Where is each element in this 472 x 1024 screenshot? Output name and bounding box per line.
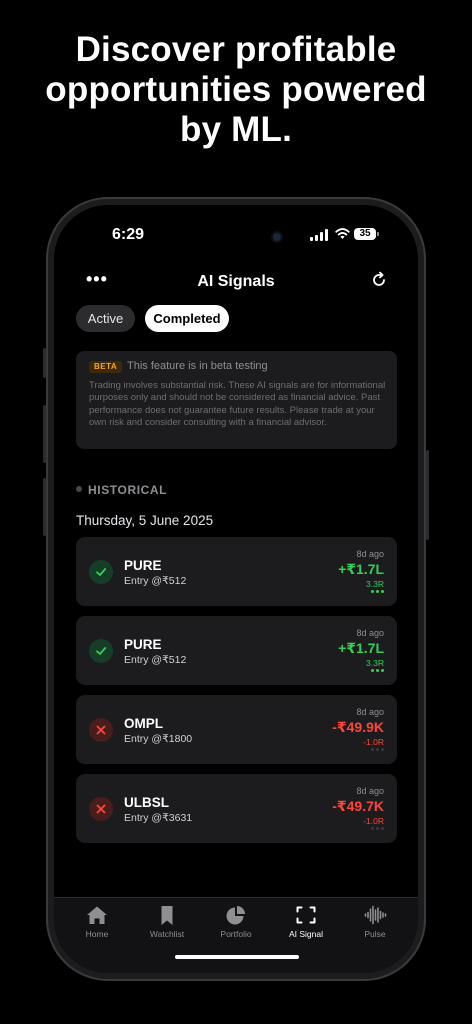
tab-label: Watchlist [149, 929, 185, 939]
signal-entry: Entry @₹1800 [124, 733, 193, 745]
tab-active[interactable]: Active [76, 305, 135, 332]
signal-pnl: -₹49.9K [332, 719, 384, 735]
battery-icon: 35 [354, 228, 379, 240]
signal-pnl: +₹1.7L [338, 561, 384, 577]
strength-dots-icon [371, 590, 384, 593]
beta-heading: This feature is in beta testing [127, 360, 268, 372]
signal-r-multiple: -1.0R [363, 816, 384, 826]
power-button [426, 450, 429, 540]
nav-bar: ••• AI Signals [54, 265, 418, 295]
waveform-icon [364, 905, 387, 925]
signal-age: 8d ago [356, 628, 384, 638]
signal-symbol: OMPL [124, 716, 163, 731]
signal-pnl: -₹49.7K [332, 798, 384, 814]
headline-line-1: Discover profitable [75, 30, 397, 69]
tab-label: Home [85, 929, 109, 939]
beta-badge: BETA [89, 361, 123, 373]
signal-entry: Entry @₹512 [124, 654, 187, 666]
tab-label: Portfolio [220, 929, 252, 939]
tab-pulse[interactable]: Pulse [345, 898, 405, 948]
check-icon [89, 639, 113, 663]
bottom-tab-bar: Home Watchlist Portfolio AI Signal Pulse [54, 897, 418, 973]
status-bar: 6:29 35 [54, 205, 418, 265]
cross-icon [89, 718, 113, 742]
volume-up-button [43, 405, 46, 463]
strength-dots-icon [371, 827, 384, 830]
home-indicator[interactable] [175, 955, 299, 959]
cross-icon [89, 797, 113, 821]
tab-label: Pulse [364, 929, 386, 939]
volume-down-button [43, 478, 46, 536]
signal-symbol: PURE [124, 558, 162, 573]
headline-line-2: opportunities powered [45, 70, 427, 109]
signal-entry: Entry @₹3631 [124, 812, 193, 824]
strength-dots-icon [371, 748, 384, 751]
signal-r-multiple: 3.3R [366, 579, 384, 589]
refresh-icon[interactable] [370, 271, 388, 289]
action-button [43, 348, 46, 378]
risk-disclaimer: Trading involves substantial risk. These… [89, 380, 386, 429]
section-dot [76, 486, 82, 492]
signal-age: 8d ago [356, 549, 384, 559]
signal-entry: Entry @₹512 [124, 575, 187, 587]
signal-age: 8d ago [356, 786, 384, 796]
bookmark-icon [161, 906, 173, 925]
signal-r-multiple: 3.3R [366, 658, 384, 668]
home-icon [87, 906, 107, 924]
front-camera [273, 233, 281, 241]
beta-notice: BETA This feature is in beta testing Tra… [76, 351, 397, 449]
tab-portfolio[interactable]: Portfolio [206, 898, 266, 948]
page-title: AI Signals [197, 273, 275, 290]
wifi-icon [335, 228, 350, 239]
signal-age: 8d ago [356, 707, 384, 717]
signal-card[interactable]: PURE Entry @₹512 8d ago +₹1.7L 3.3R [76, 537, 397, 606]
tab-watchlist[interactable]: Watchlist [137, 898, 197, 948]
pie-chart-icon [226, 906, 245, 925]
headline-line-3: by ML. [179, 110, 293, 149]
scan-icon [296, 906, 316, 924]
signal-pnl: +₹1.7L [338, 640, 384, 656]
signal-card[interactable]: PURE Entry @₹512 8d ago +₹1.7L 3.3R [76, 616, 397, 685]
tab-ai-signal[interactable]: AI Signal [276, 898, 336, 948]
status-time: 6:29 [112, 226, 145, 243]
signal-card[interactable]: ULBSL Entry @₹3631 8d ago -₹49.7K -1.0R [76, 774, 397, 843]
signal-r-multiple: -1.0R [363, 737, 384, 747]
phone-screen: 6:29 35 ••• AI Signals Active Completed … [54, 205, 418, 973]
check-icon [89, 560, 113, 584]
strength-dots-icon [371, 669, 384, 672]
signal-card[interactable]: OMPL Entry @₹1800 8d ago -₹49.9K -1.0R [76, 695, 397, 764]
cellular-signal-icon [310, 229, 328, 241]
signal-symbol: PURE [124, 637, 162, 652]
marketing-headline: Discover profitable opportunities powere… [0, 30, 472, 150]
tab-completed[interactable]: Completed [145, 305, 229, 332]
tab-label: AI Signal [288, 929, 324, 939]
section-label: HISTORICAL [88, 483, 168, 497]
tab-home[interactable]: Home [67, 898, 127, 948]
signal-symbol: ULBSL [124, 795, 169, 810]
date-heading: Thursday, 5 June 2025 [76, 513, 214, 528]
